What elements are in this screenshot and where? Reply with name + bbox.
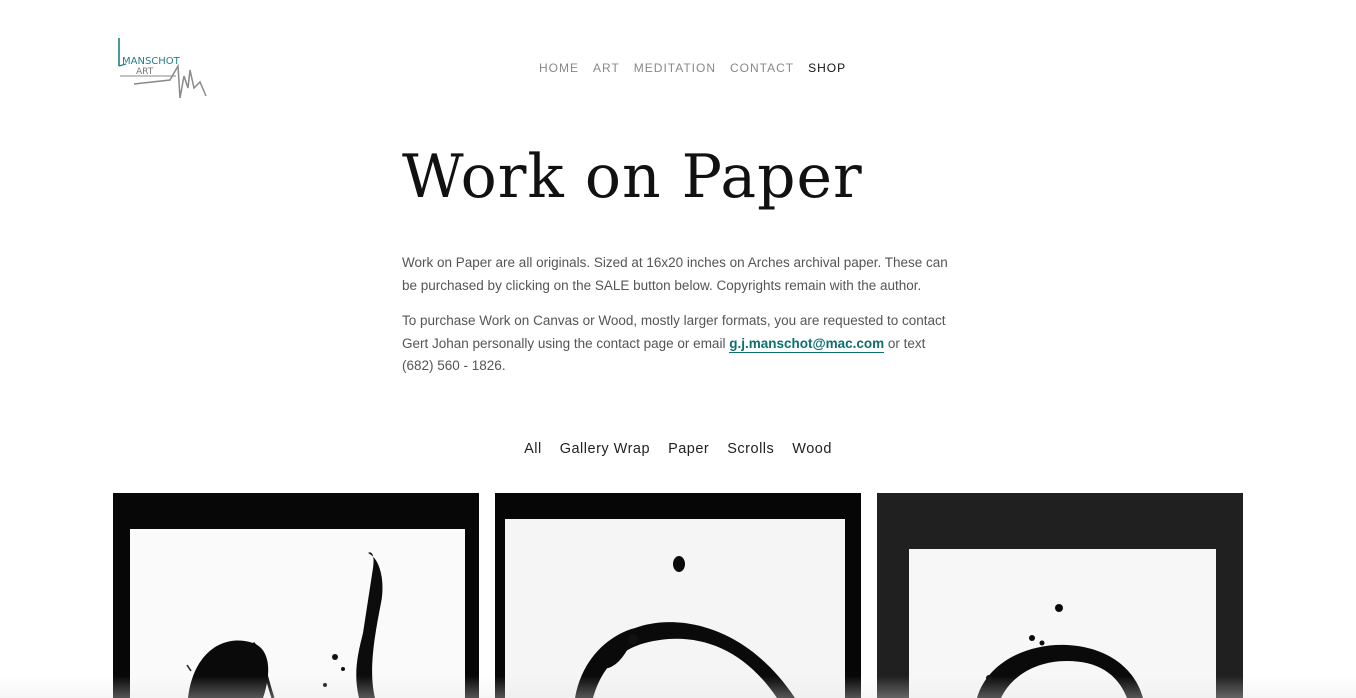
gallery-item-3[interactable] (877, 493, 1243, 698)
manschot-art-logo[interactable]: MANSCHOT ART (116, 36, 210, 102)
nav-art-link[interactable]: ART (593, 61, 620, 75)
filter-all[interactable]: All (524, 441, 542, 457)
ink-brush-artwork-1-image (113, 493, 479, 698)
intro-text: Work on Paper are all originals. Sized a… (402, 252, 957, 391)
nav-contact-link[interactable]: CONTACT (730, 61, 794, 75)
nav-home-link[interactable]: HOME (539, 61, 579, 75)
ink-brush-artwork-3-image (877, 493, 1243, 698)
category-filters: All Gallery Wrap Paper Scrolls Wood (0, 441, 1356, 457)
intro-paragraph-2: To purchase Work on Canvas or Wood, most… (402, 310, 957, 378)
nav-shop-link[interactable]: SHOP (808, 61, 846, 75)
filter-wood[interactable]: Wood (792, 441, 832, 457)
page-title: Work on Paper (402, 142, 863, 212)
intro-paragraph-1: Work on Paper are all originals. Sized a… (402, 255, 948, 293)
nav-meditation-link[interactable]: MEDITATION (634, 61, 716, 75)
email-link[interactable]: g.j.manschot@mac.com (729, 335, 885, 353)
filter-paper[interactable]: Paper (668, 441, 709, 457)
site-header: MANSCHOT ART HOME ART MEDITATION CONTACT… (0, 0, 1356, 130)
product-gallery (113, 493, 1243, 698)
main-nav: HOME ART MEDITATION CONTACT SHOP (539, 61, 846, 75)
filter-gallery-wrap[interactable]: Gallery Wrap (560, 441, 650, 457)
logo-text-top: MANSCHOT (122, 56, 181, 67)
gallery-item-1[interactable] (113, 493, 479, 698)
gallery-item-2[interactable] (495, 493, 861, 698)
ink-brush-artwork-2-image (495, 493, 861, 698)
filter-scrolls[interactable]: Scrolls (727, 441, 774, 457)
